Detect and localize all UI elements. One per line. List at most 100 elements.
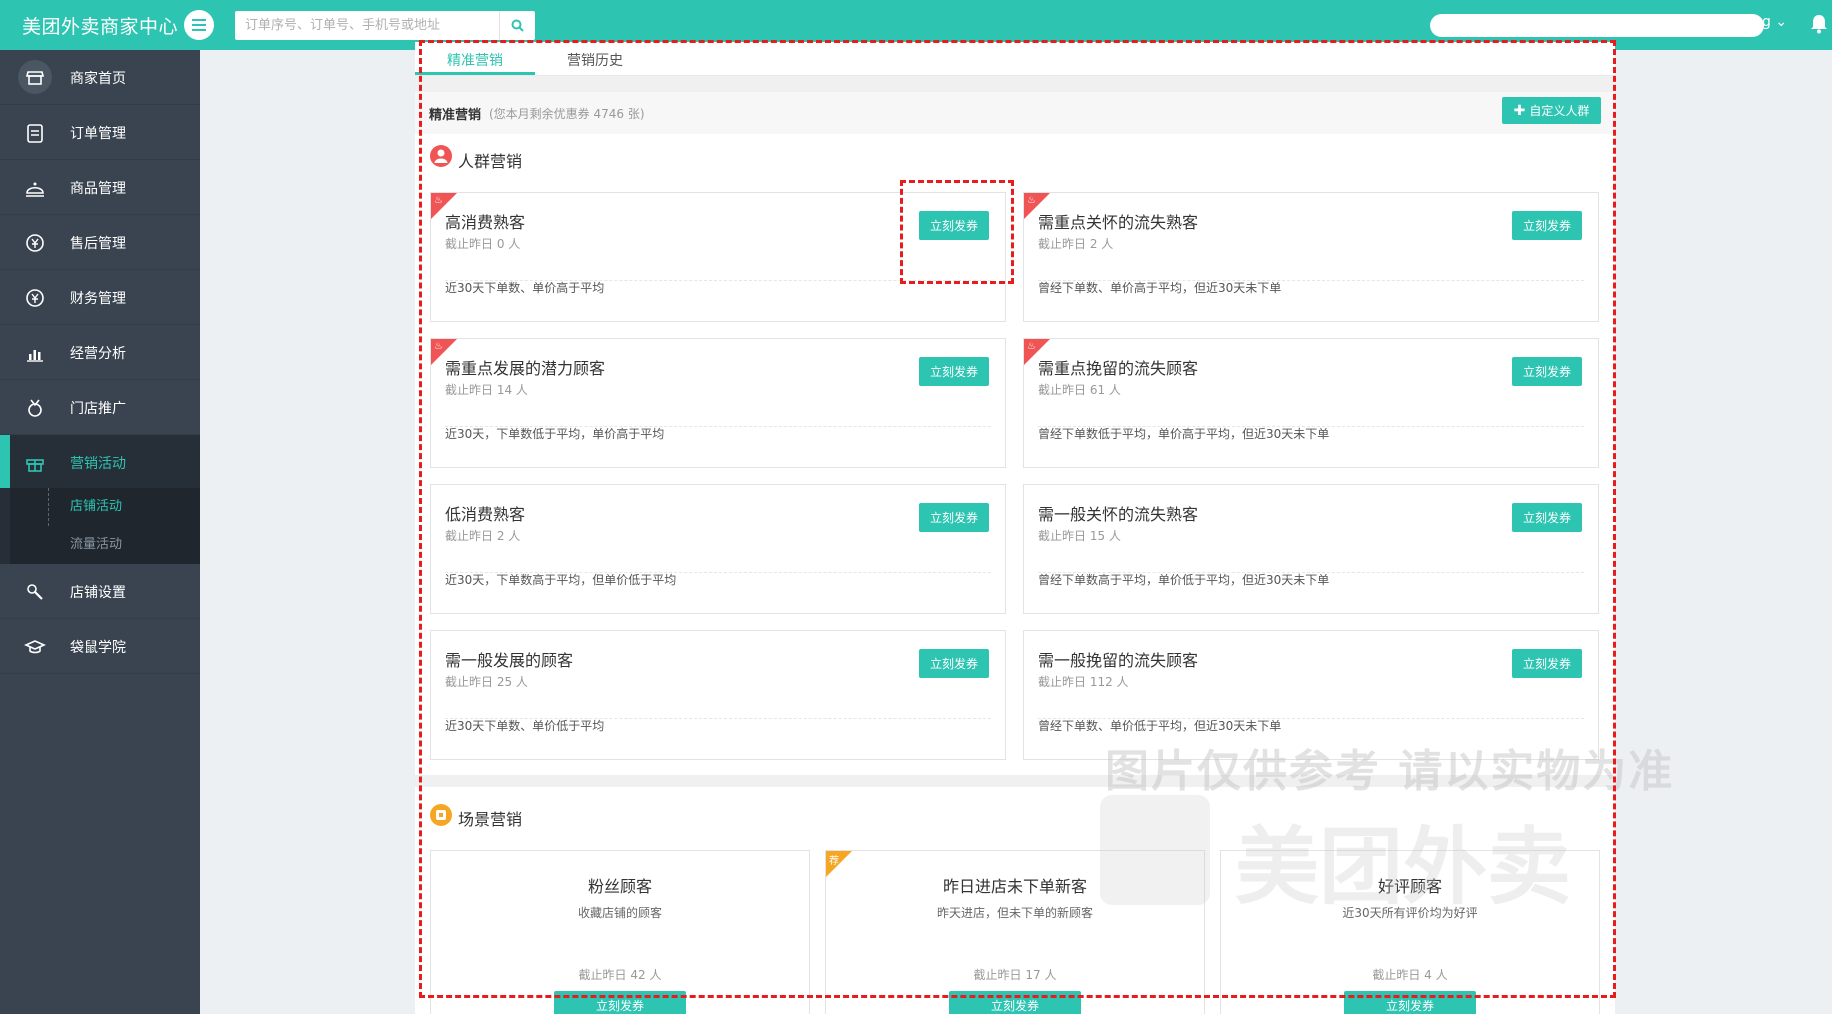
search-box [235,11,535,40]
people-icon [430,145,452,167]
card-title: 需一般挽留的流失顾客 [1038,651,1199,670]
issue-coupon-button[interactable]: 立刻发券 [1512,649,1582,678]
sidebar-item-label: 售后管理 [70,236,126,252]
sidebar-group-marketing: 营销活动 店铺活动 流量活动 [0,435,200,564]
graduation-cap-icon [24,636,46,658]
submenu: 店铺活动 流量活动 [10,488,200,564]
card-description: 曾经下单数高于平均，单价低于平均，但近30天未下单 [1038,573,1330,587]
crowd-marketing-title: 人群营销 [458,152,523,171]
crowd-card: ♨ 需重点关怀的流失熟客 截止昨日 2 人曾经下单数、单价高于平均，但近30天未下单… [1023,192,1599,322]
search-input[interactable] [235,11,499,40]
card-description: 曾经下单数、单价高于平均，但近30天未下单 [1038,281,1282,295]
scene-icon [430,804,452,826]
issue-coupon-button[interactable]: 立刻发券 [554,991,686,1014]
tab-marketing-history[interactable]: 营销历史 [567,50,623,70]
sidebar-item-finance[interactable]: 财务管理 [0,270,200,325]
yen-circle-icon [24,287,46,309]
card-description: 昨天进店，但未下单的新顾客 [936,906,1093,920]
sidebar-item-label: 营销活动 [70,456,126,472]
notification-bell-icon[interactable] [1810,14,1828,38]
custom-crowd-label: 自定义人群 [1529,104,1590,118]
scene-card: 粉丝顾客收藏店铺的顾客 截止昨日 42 人立刻发券 [430,850,810,1014]
plus-icon: ✚ [1513,102,1526,119]
card-description: 曾经下单数、单价低于平均，但近30天未下单 [1038,719,1282,733]
tab-underline [415,72,535,75]
sidebar-item-academy[interactable]: 袋鼠学院 [0,619,200,674]
custom-crowd-button[interactable]: ✚ 自定义人群 [1502,97,1601,124]
sidebar-item-aftersale[interactable]: 售后管理 [0,215,200,270]
sidebar-item-promotion[interactable]: 门店推广 [0,380,200,435]
card-title: 高消费熟客 [445,213,526,232]
flame-icon: ♨ [434,341,443,352]
section-header: 精准营销 (您本月剩余优惠券 4746 张) [415,92,1615,134]
clipboard-icon [24,122,46,144]
search-button[interactable] [499,11,535,40]
coupon-remaining-text: (您本月剩余优惠券 4746 张) [489,107,645,121]
card-description: 近30天下单数、单价高于平均 [445,281,605,295]
card-description: 近30天，下单数高于平均，但单价低于平均 [445,573,677,587]
card-title: 需一般发展的顾客 [445,651,574,670]
card-title: 粉丝顾客 [587,877,652,896]
sidebar-item-analytics[interactable]: 经营分析 [0,325,200,380]
watermark-logo-icon [1100,795,1210,905]
card-count: 截止昨日 14 人 [445,383,528,397]
sidebar-subitem-traffic-activity[interactable]: 流量活动 [70,533,122,552]
store-icon [18,60,52,94]
issue-coupon-button[interactable]: 立刻发券 [1512,211,1582,240]
watermark-text: 图片仅供参考 请以实物为准 [1105,746,1675,797]
card-description: 近30天，下单数低于平均，单价高于平均 [445,427,665,441]
sidebar-item-label: 商品管理 [70,181,126,197]
sidebar-item-marketing[interactable]: 营销活动 [0,435,200,490]
flame-icon: ♨ [1027,195,1036,206]
card-count: 截止昨日 0 人 [445,237,521,251]
issue-coupon-button[interactable]: 立刻发券 [1512,357,1582,386]
sidebar-subitem-shop-activity[interactable]: 店铺活动 [70,495,122,514]
sidebar-item-settings[interactable]: 店铺设置 [0,564,200,619]
sidebar-item-label: 门店推广 [70,401,126,417]
sidebar-item-label: 商家首页 [70,71,126,87]
app-logo[interactable]: 美团外卖商家中心 [22,12,178,39]
divider [415,76,1615,92]
sidebar-item-home[interactable]: 商家首页 [0,50,200,105]
sidebar-item-label: 经营分析 [70,346,126,362]
card-description: 收藏店铺的顾客 [577,906,662,920]
card-count: 截止昨日 42 人 [578,968,662,982]
card-description: 曾经下单数低于平均，单价高于平均，但近30天未下单 [1038,427,1330,441]
issue-coupon-button[interactable]: 立刻发券 [949,991,1081,1014]
sidebar-item-orders[interactable]: 订单管理 [0,105,200,160]
yen-refund-icon [24,232,46,254]
search-icon [511,19,524,32]
sidebar-item-label: 财务管理 [70,291,126,307]
crowd-card: ♨ 需重点挽留的流失顾客 截止昨日 61 人曾经下单数低于平均，单价高于平均，但近3… [1023,338,1599,468]
issue-coupon-button[interactable]: 立刻发券 [919,357,989,386]
medal-icon [24,397,46,419]
sidebar-item-products[interactable]: 商品管理 [0,160,200,215]
tab-precise-marketing[interactable]: 精准营销 [447,50,503,70]
recommend-badge-text: 荐 [829,856,839,867]
crowd-card: 低消费熟客截止昨日 2 人近30天，下单数高于平均，但单价低于平均 立刻发券 [430,484,1006,614]
tree-line [48,488,49,526]
flame-icon: ♨ [1027,341,1036,352]
sidebar-item-label: 袋鼠学院 [70,640,126,656]
watermark-brand: 美团外卖 [1235,818,1572,916]
crowd-card: 需一般发展的顾客 截止昨日 25 人近30天下单数、单价低于平均 立刻发券 [430,630,1006,760]
flame-icon: ♨ [434,195,443,206]
issue-coupon-button[interactable]: 立刻发券 [919,503,989,532]
card-count: 截止昨日 2 人 [445,529,521,543]
card-title: 需重点关怀的流失熟客 [1038,213,1199,232]
scene-marketing-title: 场景营销 [458,810,523,829]
issue-coupon-button[interactable]: 立刻发券 [1344,991,1476,1014]
hamburger-icon [192,19,206,31]
menu-toggle-button[interactable] [184,10,214,40]
card-title: 低消费熟客 [445,505,526,524]
card-count: 截止昨日 4 人 [1372,968,1448,982]
bar-chart-icon [24,342,46,364]
card-count: 截止昨日 15 人 [1038,529,1121,543]
card-count: 截止昨日 17 人 [973,968,1057,982]
card-title: 需重点挽留的流失顾客 [1038,359,1199,378]
issue-coupon-button[interactable]: 立刻发券 [919,649,989,678]
user-menu-toggle[interactable]: g ⌄ [1762,14,1787,30]
issue-coupon-button[interactable]: 立刻发券 [1512,503,1582,532]
user-account-field[interactable] [1430,14,1764,37]
issue-coupon-button[interactable]: 立刻发券 [919,211,989,240]
